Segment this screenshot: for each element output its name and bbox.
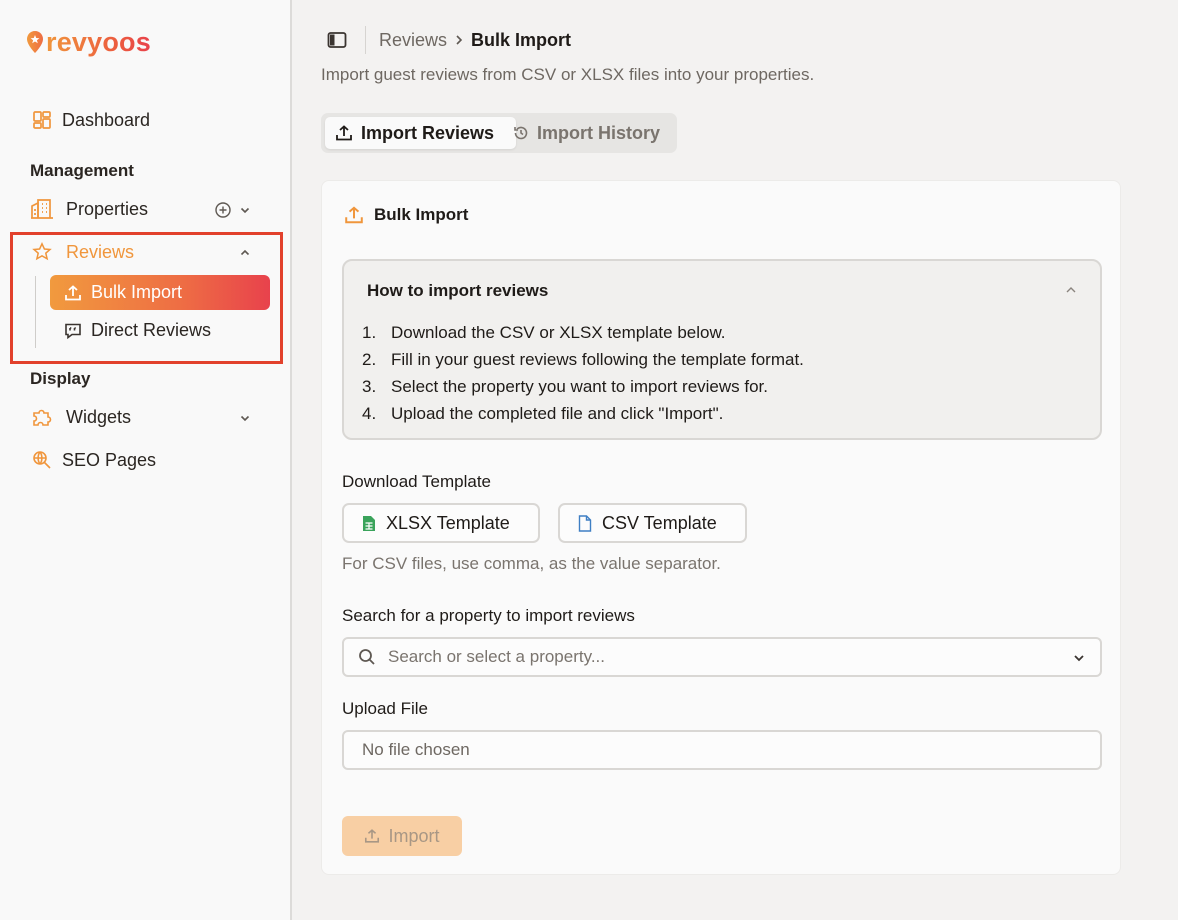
add-property-icon[interactable] [215,202,231,218]
sidebar-item-label: Properties [66,198,149,219]
card-title: Bulk Import [344,205,468,225]
brand-logo[interactable]: revyoos [26,26,151,58]
section-heading-management: Management [30,161,134,180]
accordion-title: How to import reviews [367,281,549,300]
step-text: Fill in your guest reviews following the… [391,350,804,369]
file-icon [578,514,592,532]
xlsx-template-button[interactable]: XLSX Template [342,503,540,543]
bulk-import-card: Bulk Import How to import reviews 1. Down… [321,180,1121,875]
building-icon [30,197,54,221]
sidebar: revyoos Dashboard Management Properties [0,0,292,920]
chevron-up-icon[interactable] [1064,283,1078,302]
upload-icon [345,206,363,224]
list-item: 2. Fill in your guest reviews following t… [362,346,804,373]
sidebar-item-label: Reviews [66,241,135,262]
divider [365,26,366,54]
spreadsheet-file-icon [363,515,375,531]
chevron-down-icon[interactable] [1072,651,1086,670]
list-item: 4. Upload the completed file and click "I… [362,400,804,427]
step-number: 2. [362,350,377,369]
star-icon [30,240,54,264]
upload-file-label: Upload File [342,699,428,718]
search-property-label: Search for a property to import reviews [342,606,635,625]
sidebar-item-label: Widgets [66,406,132,427]
button-label: CSV Template [602,512,717,533]
dashboard-icon [30,108,54,132]
tab-import-reviews[interactable]: Import Reviews [325,117,516,149]
logo-text: revyoos [46,26,151,57]
list-item: 3. Select the property you want to import… [362,373,804,400]
how-to-accordion[interactable]: How to import reviews 1. Download the CSV… [342,259,1102,440]
message-quote-icon [65,323,81,339]
search-icon [359,649,375,665]
step-number: 3. [362,377,377,396]
csv-template-button[interactable]: CSV Template [558,503,747,543]
puzzle-icon [30,405,54,429]
sidebar-item-widgets[interactable]: Widgets [30,405,131,429]
steps-list: 1. Download the CSV or XLSX template belo… [362,319,804,427]
submenu-line [35,276,36,348]
sidebar-subitem-bulk-import[interactable]: Bulk Import [50,275,270,310]
file-input[interactable]: No file chosen [342,730,1102,770]
breadcrumb-current: Bulk Import [471,29,572,50]
csv-hint: For CSV files, use comma, as the value s… [342,554,721,573]
sidebar-toggle-icon[interactable] [321,25,353,55]
chevron-right-icon [454,34,464,46]
card-title-text: Bulk Import [374,205,469,224]
sidebar-item-properties[interactable]: Properties [30,197,148,221]
list-item: 1. Download the CSV or XLSX template belo… [362,319,804,346]
file-status: No file chosen [362,740,470,759]
page-subtitle: Import guest reviews from CSV or XLSX fi… [321,65,815,84]
breadcrumb: Reviews Bulk Import [379,30,571,51]
history-icon [514,126,528,140]
subitem-label: Bulk Import [91,282,183,302]
upload-icon [65,284,81,300]
search-globe-icon [30,448,54,472]
step-text: Upload the completed file and click "Imp… [391,404,724,423]
download-template-label: Download Template [342,472,491,491]
step-text: Select the property you want to import r… [391,377,769,396]
tab-label: Import Reviews [361,122,495,143]
step-text: Download the CSV or XLSX template below. [391,323,726,342]
chevron-up-icon[interactable] [238,246,252,260]
sidebar-subitem-direct-reviews[interactable]: Direct Reviews [50,313,270,348]
tab-import-history[interactable]: Import History [511,117,660,149]
map-pin-star-icon [27,31,43,53]
step-number: 4. [362,404,377,423]
sidebar-item-label: SEO Pages [62,449,157,470]
chevron-down-icon[interactable] [238,411,252,425]
sidebar-item-dashboard[interactable]: Dashboard [30,108,150,132]
property-search-combobox[interactable]: Search or select a property... [342,637,1102,677]
import-button[interactable]: Import [342,816,462,856]
sidebar-item-label: Dashboard [62,109,151,130]
section-heading-display: Display [30,369,91,388]
button-label: XLSX Template [386,512,510,533]
tab-label: Import History [537,122,661,143]
sidebar-item-seo-pages[interactable]: SEO Pages [30,448,156,472]
chevron-down-icon[interactable] [238,203,252,217]
button-label: Import [388,825,440,846]
topbar: Reviews Bulk Import [321,25,571,55]
tab-list: Import Reviews Import History [321,113,677,153]
step-number: 1. [362,323,377,342]
search-placeholder: Search or select a property... [388,647,606,666]
breadcrumb-parent[interactable]: Reviews [379,30,447,51]
subitem-label: Direct Reviews [91,320,212,340]
upload-icon [336,125,352,141]
upload-icon [365,829,380,843]
sidebar-item-reviews[interactable]: Reviews [30,240,134,264]
